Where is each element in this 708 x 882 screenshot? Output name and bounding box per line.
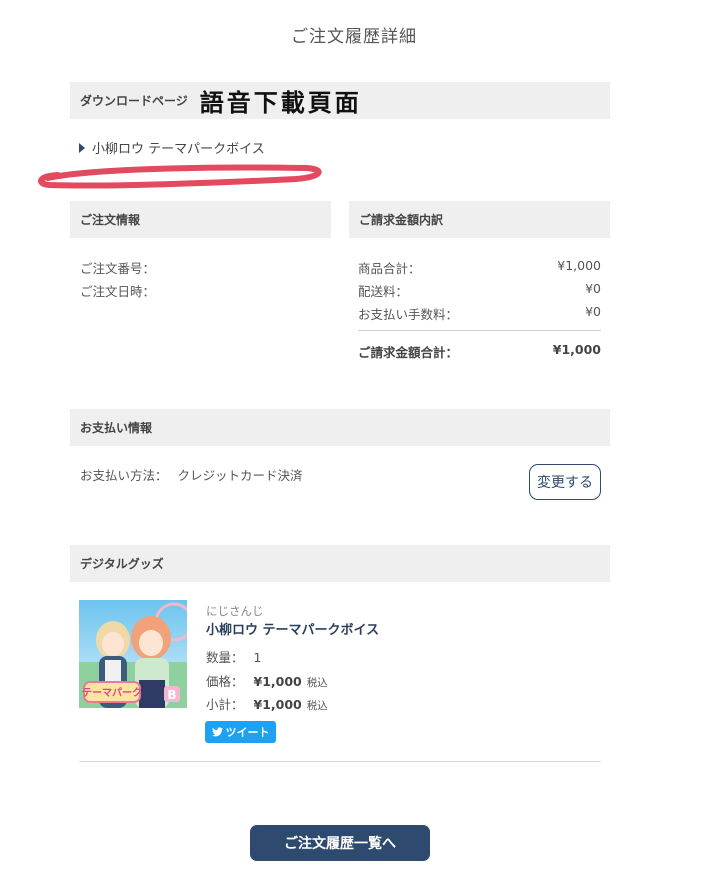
product-shop: にじさんじ — [206, 604, 264, 618]
billing-total-value: ¥1,000 — [552, 342, 601, 357]
subtotal-value: ¥1,000 — [253, 697, 302, 712]
product-price: 価格： ¥1,000 税込 — [206, 671, 328, 690]
digital-goods-header: デジタルグッズ — [70, 545, 610, 582]
billing-header: ご請求金額内訳 — [349, 201, 610, 238]
billing-total-row: ご請求金額合計： ¥1,000 — [358, 342, 601, 361]
quantity-value: 1 — [253, 650, 262, 665]
price-tax-note: 税込 — [306, 677, 328, 689]
quantity-label: 数量： — [206, 650, 244, 665]
goods-divider — [79, 761, 601, 762]
product-subtotal: 小計： ¥1,000 税込 — [206, 694, 328, 713]
billing-row-subtotal: 商品合計： ¥1,000 — [358, 258, 601, 277]
billing-row-label: 商品合計： — [358, 261, 421, 276]
thumbnail-badge-text: B — [167, 688, 176, 702]
price-label: 価格： — [206, 674, 244, 689]
product-quantity: 数量： 1 — [206, 647, 261, 666]
tweet-button[interactable]: ツイート — [205, 721, 276, 743]
billing-row-value: ¥0 — [585, 304, 601, 319]
twitter-bird-icon — [211, 727, 223, 737]
download-annotation: 語音下載頁面 — [199, 89, 362, 117]
download-label: ダウンロードページ — [80, 94, 188, 108]
billing-row-label: お支払い手数料： — [358, 307, 459, 322]
download-voice-link[interactable]: 小柳ロウ テーマパークボイス — [79, 138, 265, 157]
order-info-header: ご注文情報 — [70, 201, 331, 238]
billing-row-label: 配送料： — [358, 284, 409, 299]
product-thumbnail[interactable]: テーマパーク B — [79, 600, 187, 708]
order-date-label: ご注文日時： — [80, 284, 156, 299]
subtotal-tax-note: 税込 — [306, 700, 328, 712]
red-underline-scribble — [38, 164, 322, 189]
billing-row-value: ¥0 — [585, 281, 601, 296]
tweet-label: ツイート — [225, 726, 270, 739]
payment-method-value: クレジットカード決済 — [177, 468, 303, 483]
download-section-header: ダウンロードページ 語音下載頁面 — [70, 82, 610, 119]
product-thumbnail-art: テーマパーク B — [79, 600, 187, 708]
subtotal-label: 小計： — [206, 697, 244, 712]
price-value: ¥1,000 — [253, 674, 302, 689]
payment-header: お支払い情報 — [70, 409, 610, 446]
page-title: ご注文履歴詳細 — [291, 27, 417, 47]
billing-row-shipping: 配送料： ¥0 — [358, 281, 601, 300]
thumbnail-logo-text: テーマパーク — [82, 687, 142, 699]
change-payment-button[interactable]: 変更する — [529, 464, 601, 500]
download-link-text: 小柳ロウ テーマパークボイス — [92, 142, 265, 157]
billing-total-label: ご請求金額合計： — [358, 345, 459, 360]
billing-divider — [358, 330, 601, 331]
billing-row-fee: お支払い手数料： ¥0 — [358, 304, 601, 323]
payment-method-label: お支払い方法： — [80, 468, 168, 483]
order-history-button[interactable]: ご注文履歴一覧へ — [250, 825, 430, 861]
triangle-right-icon — [79, 142, 85, 153]
payment-method: お支払い方法： クレジットカード決済 — [80, 465, 303, 484]
product-name[interactable]: 小柳ロウ テーマパークボイス — [206, 619, 379, 638]
billing-row-value: ¥1,000 — [557, 258, 601, 273]
order-number-label: ご注文番号： — [80, 261, 156, 276]
